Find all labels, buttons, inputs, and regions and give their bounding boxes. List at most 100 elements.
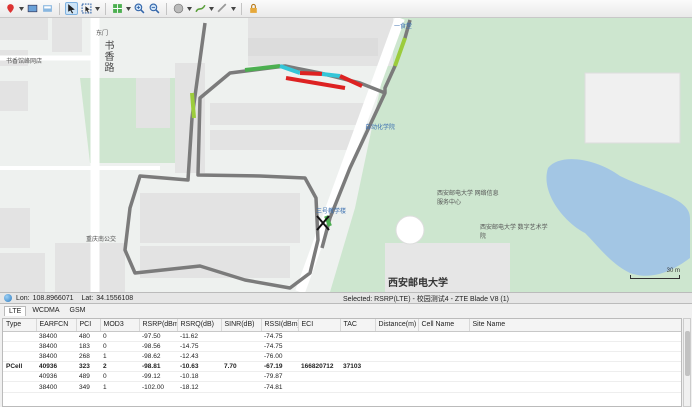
table-header: TypeEARFCNPCIMOD3RSRP(dBm)RSRQ(dB)SINR(d… xyxy=(3,319,681,332)
map-view-icon[interactable] xyxy=(41,2,54,15)
table-cell xyxy=(418,331,469,342)
table-cell: 323 xyxy=(76,361,100,373)
table-cell xyxy=(469,341,681,352)
table-row[interactable]: 38400 183 0 -98.56 -14.75 -74.75 xyxy=(3,341,681,352)
pin-icon[interactable] xyxy=(4,2,17,15)
selected-info: Selected: RSRP(LTE) - 校园测试4 - ZTE Blade … xyxy=(343,296,509,303)
tab-gsm[interactable]: GSM xyxy=(66,306,90,316)
table-cell xyxy=(375,331,418,342)
table-cell: 166820712 xyxy=(298,361,340,373)
table-cell xyxy=(221,351,261,363)
table-cell xyxy=(375,351,418,363)
table-cell: 183 xyxy=(76,341,100,352)
grid-icon[interactable] xyxy=(111,2,124,15)
table-cell: -74.75 xyxy=(261,341,298,352)
table-cell: -97.50 xyxy=(139,331,177,342)
table-cell: 0 xyxy=(100,341,139,352)
zoom-out-icon[interactable] xyxy=(148,2,161,15)
map-label: 三号教学楼 xyxy=(316,209,347,215)
table-cell: -102.00 xyxy=(139,381,177,393)
table-cell: -74.81 xyxy=(261,381,298,393)
select-icon[interactable] xyxy=(80,2,93,15)
lat-label: Lat: xyxy=(81,294,94,302)
tab-wcdma[interactable]: WCDMA xyxy=(28,306,63,316)
map-label: 一食堂 xyxy=(394,24,413,30)
drive-track xyxy=(299,71,323,76)
table-cell: -12.43 xyxy=(177,351,221,363)
map-label: 重庆南公交 xyxy=(86,237,117,243)
toolbar-divider xyxy=(241,2,242,15)
table-row[interactable]: 40936 489 0 -99.12 -10.18 -79.87 xyxy=(3,371,681,383)
column-header[interactable]: Type xyxy=(3,319,37,332)
table-row[interactable]: 38400 480 0 -97.50 -11.62 -74.75 xyxy=(3,331,681,342)
table-cell: 349 xyxy=(76,381,100,393)
table-cell: PCell xyxy=(3,361,36,373)
table-cell: 37103 xyxy=(340,361,375,373)
table-cell xyxy=(298,351,340,363)
table-cell: -74.75 xyxy=(261,331,298,342)
map-label: 东门 xyxy=(96,31,109,37)
cell-table: TypeEARFCNPCIMOD3RSRP(dBm)RSRQ(dB)SINR(d… xyxy=(2,318,682,407)
column-header[interactable]: RSRP(dBm) xyxy=(139,319,178,332)
table-cell xyxy=(469,371,681,383)
column-header[interactable]: RSRQ(dB) xyxy=(177,319,222,332)
globe-icon[interactable] xyxy=(172,2,185,15)
table-row[interactable]: 38400 349 1 -102.00 -18.12 -74.81 xyxy=(3,381,681,393)
route-icon[interactable] xyxy=(194,2,207,15)
tab-lte[interactable]: LTE xyxy=(4,306,27,316)
map-label: 自动化学院 xyxy=(365,125,396,131)
table-cell xyxy=(340,351,375,363)
column-header[interactable]: ECI xyxy=(298,319,341,332)
table-cell xyxy=(469,351,681,363)
table-cell xyxy=(469,361,681,373)
scrollbar-thumb[interactable] xyxy=(685,331,690,376)
table-cell xyxy=(418,351,469,363)
ruler-icon[interactable] xyxy=(216,2,229,15)
column-header[interactable]: PCI xyxy=(76,319,101,332)
toolbar-divider xyxy=(59,2,60,15)
column-header[interactable]: TAC xyxy=(340,319,376,332)
map-toolbar xyxy=(0,0,692,18)
column-header[interactable]: Cell Name xyxy=(418,319,470,332)
pointer-icon[interactable] xyxy=(65,2,78,15)
chevron-down-icon[interactable] xyxy=(209,2,214,15)
table-cell xyxy=(3,341,36,352)
column-header[interactable]: RSSI(dBm) xyxy=(261,319,299,332)
table-cell xyxy=(418,371,469,383)
table-cell xyxy=(418,381,469,393)
table-cell: -10.63 xyxy=(177,361,221,373)
table-cell: -98.81 xyxy=(139,361,177,373)
column-header[interactable]: SINR(dB) xyxy=(221,319,262,332)
column-header[interactable]: Site Name xyxy=(469,319,681,332)
zoom-in-icon[interactable] xyxy=(133,2,146,15)
drive-track xyxy=(190,92,196,119)
table-cell: -11.62 xyxy=(177,331,221,342)
chevron-down-icon[interactable] xyxy=(19,2,24,15)
toolbar-divider xyxy=(166,2,167,15)
table-cell: -10.18 xyxy=(177,371,221,383)
table-cell: 268 xyxy=(76,351,100,363)
table-row[interactable]: PCell 40936 323 2 -98.81 -10.63 7.70 -67.19 1668… xyxy=(3,361,681,373)
table-cell xyxy=(418,361,469,373)
map-view[interactable]: 书香路 东门 书香馆峰网店 重庆南公交 一食堂 自动化学院 三号教学楼 西安邮电… xyxy=(0,18,692,292)
table-scrollbar[interactable] xyxy=(683,318,691,407)
layers-icon[interactable] xyxy=(26,2,39,15)
lock-icon[interactable] xyxy=(247,2,260,15)
table-cell: 480 xyxy=(76,331,100,342)
table-cell xyxy=(469,331,681,342)
table-cell xyxy=(3,351,36,363)
table-cell: -79.87 xyxy=(261,371,298,383)
column-header[interactable]: EARFCN xyxy=(36,319,77,332)
chevron-down-icon[interactable] xyxy=(95,2,100,15)
lon-value: 108.8966071 xyxy=(32,294,74,302)
table-cell: -98.56 xyxy=(139,341,177,352)
table-row[interactable]: 38400 268 1 -98.62 -12.43 -76.00 xyxy=(3,351,681,363)
table-cell: -99.12 xyxy=(139,371,177,383)
column-header[interactable]: MOD3 xyxy=(100,319,140,332)
chevron-down-icon[interactable] xyxy=(231,2,236,15)
column-header[interactable]: Distance(m) xyxy=(375,319,419,332)
table-cell: -18.12 xyxy=(177,381,221,393)
chevron-down-icon[interactable] xyxy=(126,2,131,15)
table-cell: 38400 xyxy=(36,331,76,342)
chevron-down-icon[interactable] xyxy=(187,2,192,15)
